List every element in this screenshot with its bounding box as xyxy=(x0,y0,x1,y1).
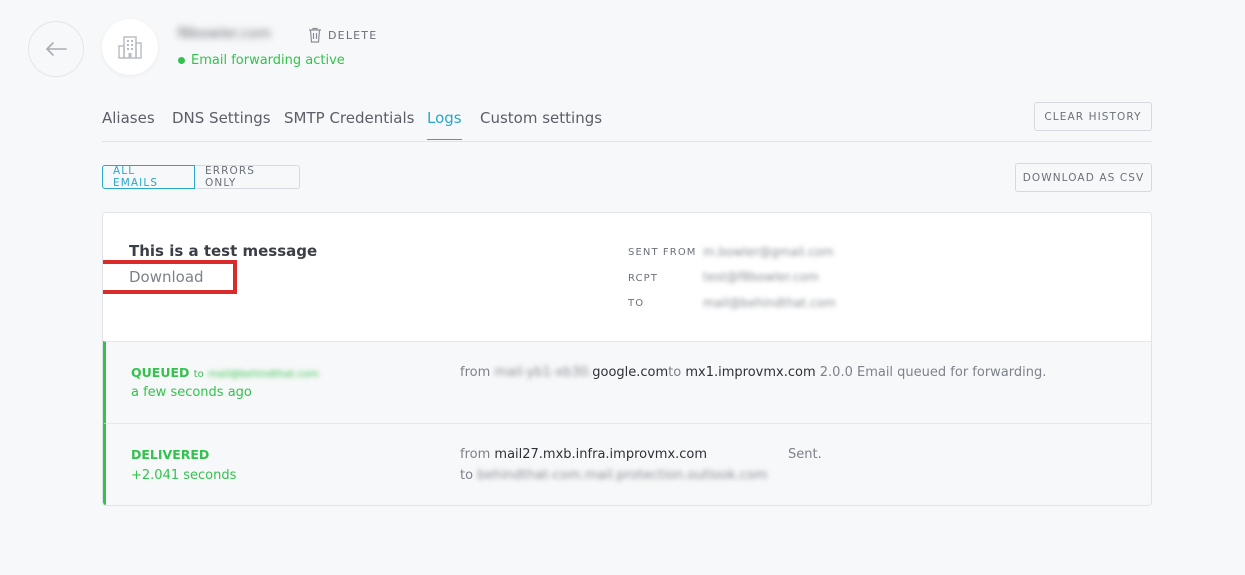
clear-history-button[interactable]: CLEAR HISTORY xyxy=(1034,102,1152,131)
download-message-link[interactable]: Download xyxy=(129,268,204,286)
event-time: +2.041 seconds xyxy=(131,468,237,483)
trash-icon xyxy=(309,27,321,43)
filter-errors-only-button[interactable]: ERRORS ONLY xyxy=(195,165,300,189)
status-dot-icon xyxy=(178,57,185,64)
to-host-word: to xyxy=(668,365,682,380)
message-subject: This is a test message xyxy=(129,242,318,260)
tab-dns-settings[interactable]: DNS Settings xyxy=(172,109,271,139)
rcpt-label: RCPT xyxy=(628,273,658,284)
back-arrow-icon xyxy=(46,42,67,56)
to-host: behindthat-com.mail.protection.outlook.c… xyxy=(477,468,768,483)
event-route-from: from mail27.mxb.infra.improvmx.com xyxy=(460,447,707,462)
tab-smtp-credentials[interactable]: SMTP Credentials xyxy=(284,109,414,139)
to-word: to xyxy=(460,468,474,483)
forwarding-status: Email forwarding active xyxy=(178,53,345,68)
from-word: from xyxy=(460,447,491,462)
event-row-queued: QUEUED to mail@behindthat.com a few seco… xyxy=(103,341,1151,423)
download-csv-button[interactable]: DOWNLOAD AS CSV xyxy=(1015,163,1152,192)
status-text: Email forwarding active xyxy=(191,53,345,68)
event-status-label: QUEUED xyxy=(131,365,190,380)
event-status: DELIVERED xyxy=(131,447,210,462)
to-value: mail@behindthat.com xyxy=(703,296,836,310)
from-host: mail27.mxb.infra.improvmx.com xyxy=(494,447,708,462)
from-host: google.com xyxy=(592,365,669,380)
event-message: 2.0.0 Email queued for forwarding. xyxy=(819,365,1047,380)
building-icon xyxy=(118,36,142,59)
domain-avatar xyxy=(102,19,158,75)
sent-from-label: SENT FROM xyxy=(628,247,697,258)
event-route: from mail-yb1-xb30.google.comto mx1.impr… xyxy=(460,365,1046,380)
domain-name: f8bowler.com xyxy=(177,26,272,42)
event-message: Sent. xyxy=(788,447,822,462)
log-entry-card: This is a test message Download SENT FRO… xyxy=(102,212,1152,506)
tab-custom-settings[interactable]: Custom settings xyxy=(480,109,602,139)
delete-label: DELETE xyxy=(328,28,378,42)
event-time: a few seconds ago xyxy=(131,385,252,400)
from-host-blurred: mail-yb1-xb30. xyxy=(494,365,593,380)
filter-all-emails-button[interactable]: ALL EMAILS xyxy=(102,165,195,189)
delete-button[interactable]: DELETE xyxy=(308,26,377,44)
to-host: mx1.improvmx.com xyxy=(685,365,816,380)
rcpt-value: test@f8bowler.com xyxy=(703,270,819,284)
tab-bar: Aliases DNS Settings SMTP Credentials Lo… xyxy=(102,100,1152,142)
filter-toggle: ALL EMAILS ERRORS ONLY xyxy=(102,165,300,189)
back-button[interactable] xyxy=(28,21,84,77)
event-to-address: mail@behindthat.com xyxy=(208,369,319,380)
event-to-word: to xyxy=(193,369,204,380)
event-row-delivered: DELIVERED +2.041 seconds from mail27.mxb… xyxy=(103,423,1151,505)
event-status: QUEUED to mail@behindthat.com xyxy=(131,365,319,380)
message-header: This is a test message Download SENT FRO… xyxy=(103,213,1151,341)
tab-logs[interactable]: Logs xyxy=(427,109,462,140)
to-label: TO xyxy=(628,298,645,309)
from-word: from xyxy=(460,365,491,380)
sent-from-value: m.bowler@gmail.com xyxy=(703,245,834,259)
event-route-to: to behindthat-com.mail.protection.outloo… xyxy=(460,468,768,483)
tab-aliases[interactable]: Aliases xyxy=(102,109,155,139)
